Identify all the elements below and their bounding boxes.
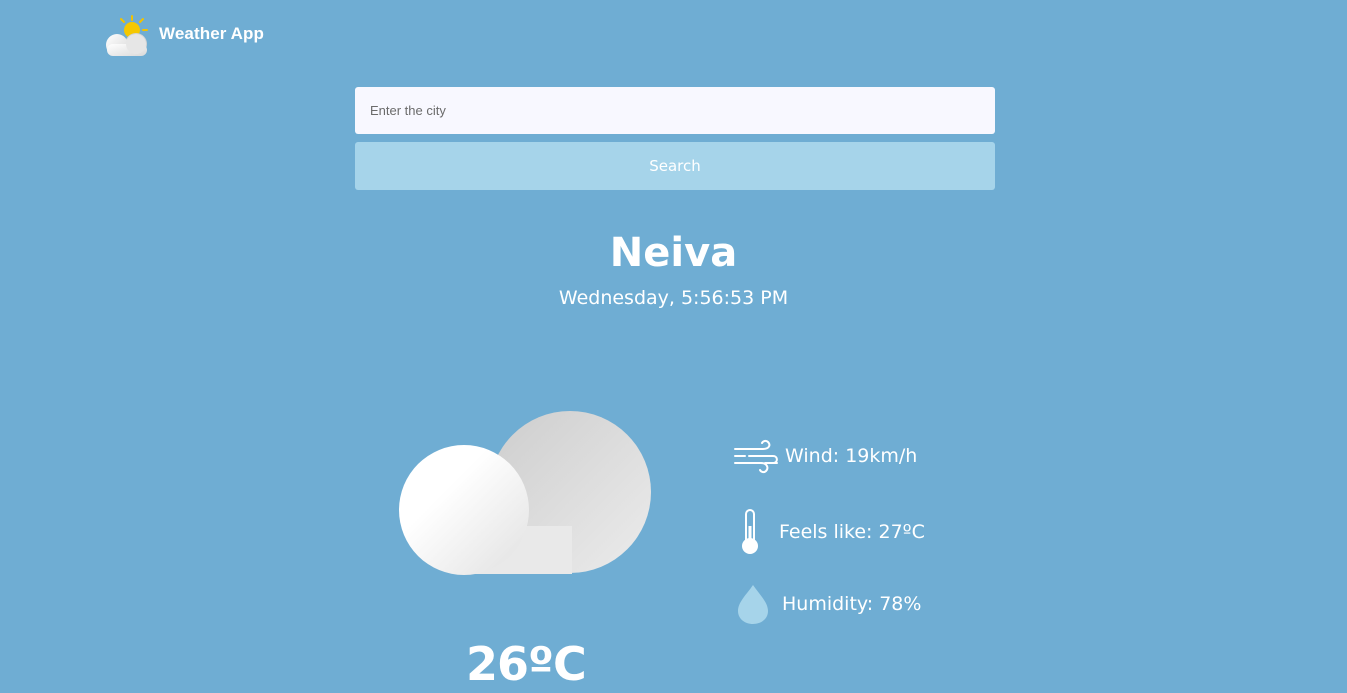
feels-like-detail: Feels like: 27ºC — [733, 508, 925, 556]
wind-detail: Wind: 19km/h — [733, 436, 917, 476]
search-form: Search — [355, 87, 995, 190]
cloudy-icon — [396, 406, 656, 578]
date-time: Wednesday, 5:56:53 PM — [558, 287, 789, 309]
humidity-detail: Humidity: 78% — [733, 582, 921, 626]
wind-label: Wind: 19km/h — [785, 445, 918, 467]
app-header: Weather App — [103, 14, 264, 58]
city-search-input[interactable] — [355, 87, 995, 134]
wind-icon — [734, 439, 778, 474]
app-title: Weather App — [159, 24, 265, 43]
thermometer-icon — [742, 509, 758, 554]
feels-like-label: Feels like: 27ºC — [779, 521, 925, 543]
temperature-value: 26ºC — [466, 637, 587, 691]
city-name: Neiva — [609, 230, 738, 276]
partly-sunny-icon — [103, 14, 153, 58]
humidity-label: Humidity: 78% — [782, 593, 922, 615]
search-button[interactable]: Search — [355, 142, 995, 190]
water-drop-icon — [738, 585, 768, 624]
